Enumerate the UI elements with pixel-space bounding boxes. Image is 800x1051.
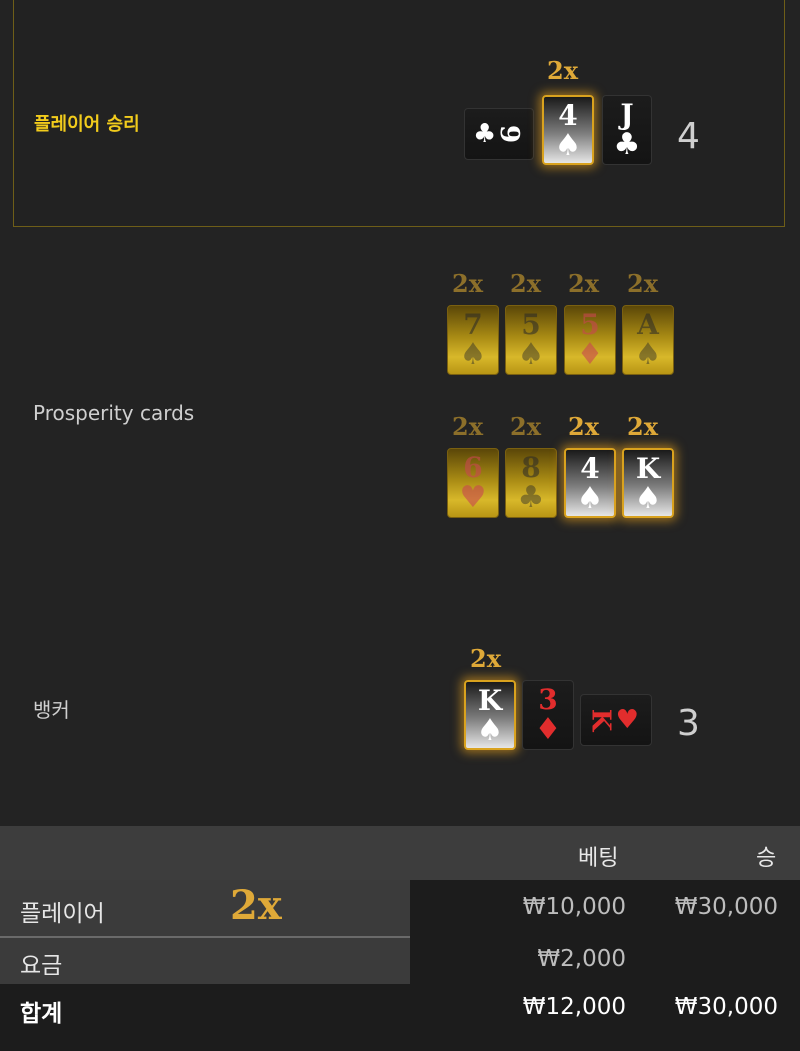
prosperity-mult-7: 2x <box>568 412 600 441</box>
row-multiplier: 2x <box>230 882 282 929</box>
prosperity-mult-5: 2x <box>452 412 484 441</box>
banker-card-3-face: K♥ <box>585 705 639 735</box>
card-suit: ♠ <box>554 128 582 163</box>
prosperity-mult-1: 2x <box>452 269 484 298</box>
banker-label: 뱅커 <box>33 698 70 722</box>
card-rank: 5 <box>521 308 541 341</box>
prosperity-card-2: 5 ♠ <box>505 305 557 375</box>
table-row-fee: 요금 ₩2,000 <box>0 938 800 984</box>
card-rank: 9 <box>494 124 525 144</box>
prosperity-label: Prosperity cards <box>33 401 195 425</box>
card-rank: J <box>620 98 634 131</box>
card-rank: K <box>585 708 616 732</box>
player-result-section: 플레이어 승리 2x ♣9 4 ♠ J ♣ 4 <box>13 0 785 227</box>
table-header: 베팅 승 <box>0 826 800 880</box>
card-suit: ♠ <box>576 481 604 516</box>
card-suit: ♠ <box>634 337 662 372</box>
banker-card-1: K ♠ <box>464 680 516 750</box>
card-suit: ♥ <box>615 705 639 735</box>
row-label: 합계 <box>20 1001 63 1027</box>
player-card-1: ♣9 <box>464 108 534 160</box>
banker-card-2: 3 ♦ <box>522 680 574 750</box>
card-rank: 4 <box>558 99 578 132</box>
prosperity-section: Prosperity cards 2x 2x 2x 2x 7 ♠ 5 ♠ 5 ♦… <box>0 227 800 617</box>
card-rank: 6 <box>463 451 483 484</box>
prosperity-card-1: 7 ♠ <box>447 305 499 375</box>
player-win-label: 플레이어 승리 <box>34 114 140 135</box>
player-score: 4 <box>677 116 700 157</box>
player-card-1-face: ♣9 <box>473 119 524 149</box>
prosperity-card-5: 6 ♥ <box>447 448 499 518</box>
player-multiplier: 2x <box>547 56 579 85</box>
banker-multiplier: 2x <box>470 644 502 673</box>
card-rank: K <box>635 452 661 485</box>
prosperity-card-8: K ♠ <box>622 448 674 518</box>
card-suit: ♠ <box>476 713 504 748</box>
card-rank: 5 <box>580 308 600 341</box>
row-bet-value: ₩2,000 <box>537 946 626 972</box>
card-suit: ♥ <box>459 480 487 515</box>
card-suit: ♣ <box>473 119 497 149</box>
row-label: 요금 <box>20 953 63 979</box>
player-card-3: J ♣ <box>602 95 652 165</box>
prosperity-card-4: A ♠ <box>622 305 674 375</box>
row-win-value: ₩30,000 <box>674 894 778 920</box>
prosperity-card-7: 4 ♠ <box>564 448 616 518</box>
card-rank: A <box>637 308 659 341</box>
player-card-2: 4 ♠ <box>542 95 594 165</box>
card-rank: 7 <box>463 308 483 341</box>
row-label: 플레이어 <box>20 901 105 927</box>
card-suit: ♦ <box>534 712 562 747</box>
card-suit: ♠ <box>459 337 487 372</box>
banker-card-3: K♥ <box>580 694 652 746</box>
card-suit: ♠ <box>517 337 545 372</box>
column-header-bet: 베팅 <box>578 846 619 871</box>
banker-score: 3 <box>677 703 700 744</box>
table-row-total: 합계 ₩12,000 ₩30,000 <box>0 986 800 1046</box>
bet-summary-table: 베팅 승 플레이어 2x ₩10,000 ₩30,000 요금 ₩2,000 합… <box>0 826 800 1051</box>
prosperity-mult-8: 2x <box>627 412 659 441</box>
prosperity-card-6: 8 ♣ <box>505 448 557 518</box>
prosperity-mult-3: 2x <box>568 269 600 298</box>
card-rank: 8 <box>521 451 541 484</box>
prosperity-mult-2: 2x <box>510 269 542 298</box>
card-suit: ♣ <box>613 127 641 162</box>
card-rank: 3 <box>538 683 558 716</box>
prosperity-card-3: 5 ♦ <box>564 305 616 375</box>
card-rank: K <box>477 684 503 717</box>
card-suit: ♣ <box>517 480 545 515</box>
card-suit: ♦ <box>576 337 604 372</box>
row-win-value: ₩30,000 <box>674 994 778 1020</box>
table-row-player: 플레이어 2x ₩10,000 ₩30,000 <box>0 880 800 936</box>
card-rank: 4 <box>580 452 600 485</box>
prosperity-mult-4: 2x <box>627 269 659 298</box>
column-header-win: 승 <box>756 846 777 871</box>
card-suit: ♠ <box>634 481 662 516</box>
prosperity-mult-6: 2x <box>510 412 542 441</box>
banker-section: 뱅커 2x K ♠ 3 ♦ K♥ 3 <box>0 617 800 826</box>
